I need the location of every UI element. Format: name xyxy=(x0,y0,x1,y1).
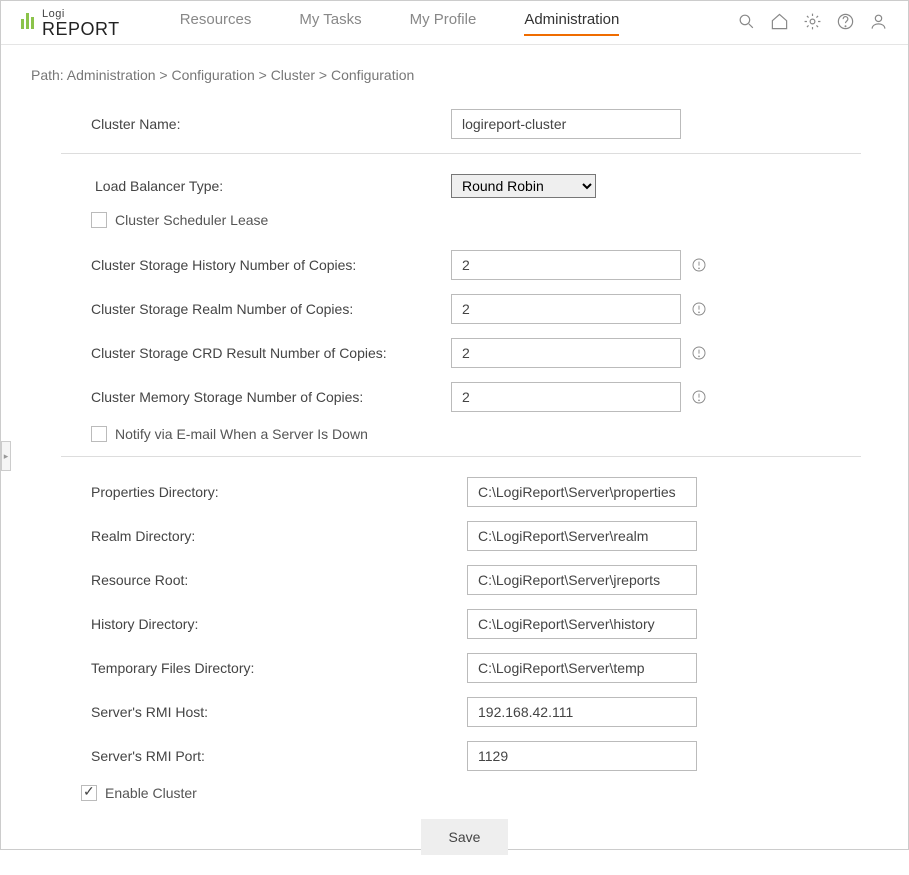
scheduler-lease-label: Cluster Scheduler Lease xyxy=(115,212,268,228)
rmi-host-value: 192.168.42.111 xyxy=(467,697,697,727)
cluster-name-label: Cluster Name: xyxy=(91,116,451,132)
logo: Logi REPORT xyxy=(21,9,120,38)
logo-bars-icon xyxy=(21,13,36,34)
notify-checkbox[interactable] xyxy=(91,426,107,442)
rmi-host-label: Server's RMI Host: xyxy=(91,704,467,720)
rmi-port-label: Server's RMI Port: xyxy=(91,748,467,764)
home-icon[interactable] xyxy=(770,12,789,36)
props-dir-label: Properties Directory: xyxy=(91,484,467,500)
form: Cluster Name: Load Balancer Type: Round … xyxy=(31,109,878,855)
enable-cluster-label: Enable Cluster xyxy=(105,785,197,801)
breadcrumb: Path: Administration > Configuration > C… xyxy=(31,67,878,83)
mem-copies-input[interactable] xyxy=(451,382,681,412)
crd-copies-input[interactable] xyxy=(451,338,681,368)
hist-dir-label: History Directory: xyxy=(91,616,467,632)
header: Logi REPORT Resources My Tasks My Profil… xyxy=(1,1,908,45)
notify-label: Notify via E-mail When a Server Is Down xyxy=(115,426,368,442)
help-icon[interactable] xyxy=(836,12,855,36)
realm-copies-label: Cluster Storage Realm Number of Copies: xyxy=(91,301,451,317)
mem-copies-label: Cluster Memory Storage Number of Copies: xyxy=(91,389,451,405)
temp-dir-value: C:\LogiReport\Server\temp xyxy=(467,653,697,683)
user-icon[interactable] xyxy=(869,12,888,36)
nav-my-profile[interactable]: My Profile xyxy=(410,11,477,36)
temp-dir-label: Temporary Files Directory: xyxy=(91,660,467,676)
search-icon[interactable] xyxy=(737,12,756,36)
realm-dir-label: Realm Directory: xyxy=(91,528,467,544)
res-root-value: C:\LogiReport\Server\jreports xyxy=(467,565,697,595)
divider xyxy=(61,153,861,154)
lb-type-select[interactable]: Round Robin xyxy=(451,174,596,198)
nav-my-tasks[interactable]: My Tasks xyxy=(299,11,361,36)
gear-icon[interactable] xyxy=(803,12,822,36)
crd-copies-label: Cluster Storage CRD Result Number of Cop… xyxy=(91,345,451,361)
enable-cluster-checkbox[interactable] xyxy=(81,785,97,801)
rmi-port-value: 1129 xyxy=(467,741,697,771)
lb-type-label: Load Balancer Type: xyxy=(91,178,451,194)
cluster-name-input[interactable] xyxy=(451,109,681,139)
realm-copies-input[interactable] xyxy=(451,294,681,324)
divider xyxy=(61,456,861,457)
logo-bottom-text: REPORT xyxy=(42,20,120,38)
info-icon[interactable] xyxy=(691,389,707,405)
info-icon[interactable] xyxy=(691,345,707,361)
hist-dir-value: C:\LogiReport\Server\history xyxy=(467,609,697,639)
res-root-label: Resource Root: xyxy=(91,572,467,588)
info-icon[interactable] xyxy=(691,257,707,273)
nav-administration[interactable]: Administration xyxy=(524,11,619,36)
hist-copies-input[interactable] xyxy=(451,250,681,280)
drag-handle-icon[interactable]: ▸ xyxy=(1,441,11,471)
realm-dir-value: C:\LogiReport\Server\realm xyxy=(467,521,697,551)
info-icon[interactable] xyxy=(691,301,707,317)
scheduler-lease-checkbox[interactable] xyxy=(91,212,107,228)
header-icons xyxy=(737,12,888,36)
nav: Resources My Tasks My Profile Administra… xyxy=(180,11,737,36)
hist-copies-label: Cluster Storage History Number of Copies… xyxy=(91,257,451,273)
nav-resources[interactable]: Resources xyxy=(180,11,252,36)
props-dir-value: C:\LogiReport\Server\properties xyxy=(467,477,697,507)
